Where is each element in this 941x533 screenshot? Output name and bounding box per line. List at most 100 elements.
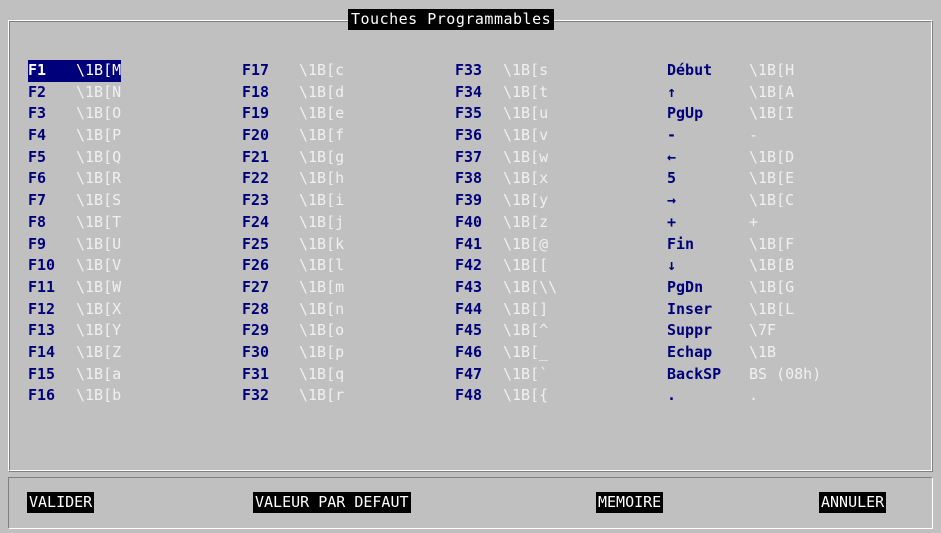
key-value-field[interactable]: \1B[r: [299, 385, 344, 407]
key-value-field[interactable]: +: [749, 212, 758, 234]
key-binding-row[interactable]: F12 \1B[X: [28, 299, 121, 321]
key-binding-row[interactable]: F10 \1B[V: [28, 255, 121, 277]
key-value-field[interactable]: \1B[v: [503, 125, 548, 147]
key-binding-row[interactable]: ↑ \1B[A: [667, 82, 821, 104]
key-binding-row[interactable]: F31 \1B[q: [242, 364, 344, 386]
key-binding-row[interactable]: F18 \1B[d: [242, 82, 344, 104]
key-binding-row[interactable]: BackSP BS (08h): [667, 364, 821, 386]
key-value-field[interactable]: \1B[b: [76, 385, 121, 407]
key-binding-row[interactable]: --: [667, 125, 821, 147]
key-value-field[interactable]: \1B[\\: [503, 277, 557, 299]
key-value-field[interactable]: \1B[P: [76, 125, 121, 147]
key-binding-row[interactable]: F48 \1B[{: [455, 385, 557, 407]
key-value-field[interactable]: \1B[x: [503, 168, 548, 190]
key-value-field[interactable]: \1B[`: [503, 364, 548, 386]
key-value-field[interactable]: \1B[A: [749, 82, 794, 104]
key-binding-row[interactable]: F25 \1B[k: [242, 234, 344, 256]
key-binding-row[interactable]: F37 \1B[w: [455, 147, 557, 169]
key-value-field[interactable]: \1B[Q: [76, 147, 121, 169]
key-value-field[interactable]: \1B[I: [749, 103, 794, 125]
key-binding-row[interactable]: F21 \1B[g: [242, 147, 344, 169]
key-binding-row[interactable]: + +: [667, 212, 821, 234]
validate-button[interactable]: VALIDER: [27, 492, 95, 513]
key-binding-row[interactable]: F47 \1B[`: [455, 364, 557, 386]
key-binding-row[interactable]: F4 \1B[P: [28, 125, 121, 147]
key-value-field[interactable]: \1B[i: [299, 190, 344, 212]
key-value-field[interactable]: \1B[B: [749, 255, 794, 277]
key-value-field[interactable]: \1B[N: [76, 82, 121, 104]
key-value-field[interactable]: \1B[w: [503, 147, 548, 169]
memory-button[interactable]: MEMOIRE: [596, 492, 664, 513]
key-binding-row[interactable]: F24 \1B[j: [242, 212, 344, 234]
key-binding-row[interactable]: F32 \1B[r: [242, 385, 344, 407]
key-binding-row[interactable]: F7 \1B[S: [28, 190, 121, 212]
key-binding-row[interactable]: F11 \1B[W: [28, 277, 121, 299]
key-value-field[interactable]: \1B[^: [503, 320, 548, 342]
key-binding-row[interactable]: F13 \1B[Y: [28, 320, 121, 342]
key-binding-row[interactable]: F30 \1B[p: [242, 342, 344, 364]
key-binding-row[interactable]: F6 \1B[R: [28, 168, 121, 190]
key-binding-row[interactable]: Suppr \7F: [667, 320, 821, 342]
default-value-button[interactable]: VALEUR PAR DEFAUT: [253, 492, 411, 513]
key-value-field[interactable]: \1B[Z: [76, 342, 121, 364]
key-binding-row[interactable]: Fin \1B[F: [667, 234, 821, 256]
key-value-field[interactable]: -: [749, 125, 758, 147]
key-value-field[interactable]: \1B[_: [503, 342, 548, 364]
key-value-field[interactable]: \1B[H: [749, 60, 794, 82]
key-binding-row[interactable]: F5 \1B[Q: [28, 147, 121, 169]
key-value-field[interactable]: \1B[t: [503, 82, 548, 104]
key-binding-row[interactable]: F35 \1B[u: [455, 103, 557, 125]
key-binding-row[interactable]: F15 \1B[a: [28, 364, 121, 386]
key-binding-row[interactable]: F44 \1B[]: [455, 299, 557, 321]
key-value-field[interactable]: \7F: [749, 320, 776, 342]
key-binding-row[interactable]: ..: [667, 385, 821, 407]
key-binding-row[interactable]: F14 \1B[Z: [28, 342, 121, 364]
key-value-field[interactable]: \1B[M: [76, 60, 122, 82]
key-binding-row[interactable]: F8 \1B[T: [28, 212, 121, 234]
key-binding-row[interactable]: F41 \1B[@: [455, 234, 557, 256]
key-binding-row[interactable]: F33 \1B[s: [455, 60, 557, 82]
key-value-field[interactable]: \1B[E: [749, 168, 794, 190]
key-value-field[interactable]: \1B[[: [503, 255, 548, 277]
key-value-field[interactable]: \1B[W: [76, 277, 121, 299]
key-binding-row[interactable]: F28 \1B[n: [242, 299, 344, 321]
key-binding-row[interactable]: F34 \1B[t: [455, 82, 557, 104]
key-binding-row[interactable]: Début \1B[H: [667, 60, 821, 82]
key-value-field[interactable]: \1B[O: [76, 103, 121, 125]
key-value-field[interactable]: \1B[@: [503, 234, 548, 256]
key-value-field[interactable]: \1B[Y: [76, 320, 121, 342]
key-binding-row[interactable]: F39 \1B[y: [455, 190, 557, 212]
key-value-field[interactable]: \1B[V: [76, 255, 121, 277]
key-binding-row[interactable]: F36 \1B[v: [455, 125, 557, 147]
key-value-field[interactable]: \1B[d: [299, 82, 344, 104]
key-value-field[interactable]: \1B[n: [299, 299, 344, 321]
key-binding-row[interactable]: F2 \1B[N: [28, 82, 121, 104]
key-value-field[interactable]: \1B[G: [749, 277, 794, 299]
key-value-field[interactable]: \1B[X: [76, 299, 121, 321]
key-binding-row[interactable]: PgUp \1B[I: [667, 103, 821, 125]
key-binding-row[interactable]: F45 \1B[^: [455, 320, 557, 342]
key-binding-row[interactable]: F23 \1B[i: [242, 190, 344, 212]
key-value-field[interactable]: \1B[T: [76, 212, 121, 234]
key-binding-row[interactable]: F40 \1B[z: [455, 212, 557, 234]
key-binding-row[interactable]: F16 \1B[b: [28, 385, 121, 407]
key-value-field[interactable]: \1B[m: [299, 277, 344, 299]
key-value-field[interactable]: \1B: [749, 342, 776, 364]
key-value-field[interactable]: \1B[u: [503, 103, 548, 125]
key-value-field[interactable]: \1B[g: [299, 147, 344, 169]
key-value-field[interactable]: \1B[D: [749, 147, 794, 169]
key-value-field[interactable]: \1B[z: [503, 212, 548, 234]
key-value-field[interactable]: \1B[U: [76, 234, 121, 256]
key-value-field[interactable]: \1B[R: [76, 168, 121, 190]
key-binding-row[interactable]: 5 \1B[E: [667, 168, 821, 190]
key-binding-row[interactable]: F19 \1B[e: [242, 103, 344, 125]
key-value-field[interactable]: \1B[y: [503, 190, 548, 212]
key-value-field[interactable]: .: [749, 385, 758, 407]
key-binding-row[interactable]: F26 \1B[l: [242, 255, 344, 277]
key-binding-row[interactable]: PgDn \1B[G: [667, 277, 821, 299]
key-value-field[interactable]: \1B[e: [299, 103, 344, 125]
key-value-field[interactable]: \1B[s: [503, 60, 548, 82]
key-binding-row[interactable]: F38 \1B[x: [455, 168, 557, 190]
key-value-field[interactable]: \1B[j: [299, 212, 344, 234]
key-binding-row[interactable]: F20 \1B[f: [242, 125, 344, 147]
